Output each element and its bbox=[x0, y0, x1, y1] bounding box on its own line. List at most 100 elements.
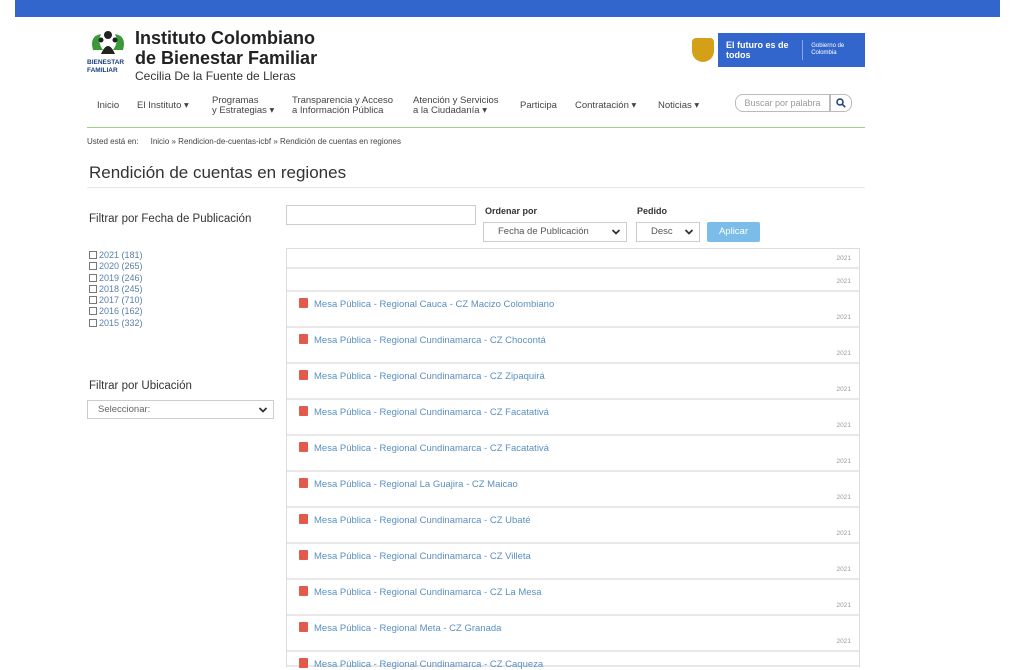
pdf-icon bbox=[299, 586, 308, 596]
direction-select[interactable]: Desc bbox=[636, 222, 700, 242]
year-filter-item[interactable]: 2017 (710) bbox=[89, 295, 143, 306]
result-title-link[interactable]: Mesa Pública - Regional Meta - CZ Granad… bbox=[299, 622, 501, 634]
result-row[interactable]: Mesa Pública - Regional Cundinamarca - C… bbox=[287, 436, 859, 472]
pdf-icon bbox=[299, 550, 308, 560]
pdf-icon bbox=[299, 298, 308, 308]
result-year: 2021 bbox=[836, 566, 851, 573]
result-year: 2021 bbox=[836, 255, 851, 262]
brand-name-line1: Instituto Colombiano bbox=[135, 28, 315, 48]
breadcrumb-label: Usted está en: bbox=[87, 137, 139, 146]
year-filter-item[interactable]: 2020 (265) bbox=[89, 261, 143, 272]
direction-label: Pedido bbox=[637, 206, 668, 216]
result-title-link[interactable]: Mesa Pública - Regional Cundinamarca - C… bbox=[299, 406, 549, 418]
result-row[interactable]: Mesa Pública - Regional Cundinamarca - C… bbox=[287, 544, 859, 580]
breadcrumb-path[interactable]: Inicio » Rendicion-de-cuentas-icbf » Ren… bbox=[151, 137, 401, 146]
result-row[interactable]: Mesa Pública - Regional Cundinamarca - C… bbox=[287, 652, 859, 670]
nav-item-noticias[interactable]: Noticias ▾ bbox=[658, 101, 699, 111]
nav-item-instituto[interactable]: El Instituto ▾ bbox=[137, 101, 189, 111]
result-title-link[interactable]: Mesa Pública - Regional Cundinamarca - C… bbox=[299, 514, 531, 526]
year-filter-list: 2021 (181) 2020 (265) 2019 (246) 2018 (2… bbox=[89, 250, 143, 329]
checkbox-icon bbox=[89, 307, 97, 316]
brand-subtitle: Cecilia De la Fuente de Lleras bbox=[135, 69, 296, 83]
pdf-icon bbox=[299, 370, 308, 380]
result-row[interactable]: Mesa Pública - Regional Cundinamarca - C… bbox=[287, 328, 859, 364]
result-title-link[interactable]: Mesa Pública - Regional Cundinamarca - C… bbox=[299, 658, 543, 670]
site-header: BIENESTAR FAMILIAR Instituto Colombiano … bbox=[87, 28, 865, 88]
result-year: 2021 bbox=[836, 386, 851, 393]
nav-item-atencion[interactable]: Atención y Servicios a la Ciudadanía ▾ bbox=[413, 96, 499, 116]
search-button[interactable] bbox=[830, 94, 852, 112]
result-year: 2021 bbox=[836, 422, 851, 429]
chevron-down-icon bbox=[611, 229, 621, 235]
search-input[interactable]: Buscar por palabra bbox=[735, 94, 830, 112]
result-title-link[interactable]: Mesa Pública - Regional Cundinamarca - C… bbox=[299, 370, 545, 382]
checkbox-icon bbox=[89, 251, 97, 259]
pdf-icon bbox=[299, 442, 308, 452]
nav-item-inicio[interactable]: Inicio bbox=[97, 101, 119, 111]
checkbox-icon bbox=[89, 273, 97, 282]
result-year: 2021 bbox=[836, 602, 851, 609]
icbf-logo[interactable]: BIENESTAR FAMILIAR bbox=[87, 28, 129, 78]
gov-name: Gobierno de Colombia bbox=[811, 43, 845, 56]
colombia-shield-icon bbox=[689, 33, 718, 67]
nav-divider bbox=[87, 127, 865, 128]
result-row[interactable]: Mesa Pública - Regional Cundinamarca - C… bbox=[287, 508, 859, 544]
result-title-link[interactable]: Mesa Pública - Regional Cundinamarca - C… bbox=[299, 586, 542, 598]
result-row[interactable]: 2021 bbox=[287, 269, 859, 292]
result-row[interactable]: Mesa Pública - Regional Cauca - CZ Maciz… bbox=[287, 292, 859, 328]
result-title-link[interactable]: Mesa Pública - Regional Cundinamarca - C… bbox=[299, 550, 531, 562]
pdf-icon bbox=[299, 658, 308, 668]
result-year: 2021 bbox=[836, 278, 851, 285]
brand-name-line2: de Bienestar Familiar bbox=[135, 48, 318, 68]
location-filter-title: Filtrar por Ubicación bbox=[89, 380, 192, 392]
result-year: 2021 bbox=[836, 458, 851, 465]
result-row[interactable]: Mesa Pública - Regional Cundinamarca - C… bbox=[287, 400, 859, 436]
date-filter-title: Filtrar por Fecha de Publicación bbox=[89, 213, 252, 225]
result-row[interactable]: Mesa Pública - Regional La Guajira - CZ … bbox=[287, 472, 859, 508]
page-title: Rendición de cuentas en regiones bbox=[89, 163, 347, 182]
year-filter-item[interactable]: 2018 (245) bbox=[89, 284, 143, 295]
chevron-down-icon bbox=[684, 229, 694, 235]
result-row[interactable]: 2021 bbox=[287, 249, 859, 269]
pdf-icon bbox=[299, 622, 308, 632]
year-filter-item[interactable]: 2021 (181) bbox=[89, 250, 143, 261]
pdf-icon bbox=[299, 478, 308, 488]
search-icon bbox=[836, 98, 846, 108]
result-title-link[interactable]: Mesa Pública - Regional Cundinamarca - C… bbox=[299, 442, 549, 454]
checkbox-icon bbox=[89, 284, 97, 293]
result-year: 2021 bbox=[836, 530, 851, 537]
year-filter-item[interactable]: 2019 (246) bbox=[89, 273, 143, 284]
logo-text-1: BIENESTAR bbox=[87, 59, 124, 66]
gov-slogan: El futuro es de todos bbox=[718, 40, 804, 60]
location-select[interactable]: Seleccionar: bbox=[87, 400, 274, 419]
nav-item-transparencia[interactable]: Transparencia y Acceso a Información Públ… bbox=[292, 96, 393, 116]
result-title-link[interactable]: Mesa Pública - Regional Cundinamarca - C… bbox=[299, 334, 546, 346]
result-title-link[interactable]: Mesa Pública - Regional Cauca - CZ Maciz… bbox=[299, 298, 554, 310]
gov-co-banner[interactable]: El futuro es de todos Gobierno de Colomb… bbox=[689, 33, 865, 67]
checkbox-icon bbox=[89, 262, 97, 271]
result-title-link[interactable]: Mesa Pública - Regional La Guajira - CZ … bbox=[299, 478, 518, 490]
results-list: 2021 2021 Mesa Pública - Regional Cauca - … bbox=[286, 248, 860, 670]
checkbox-icon bbox=[89, 318, 97, 327]
year-filter-item[interactable]: 2016 (162) bbox=[89, 306, 143, 317]
result-year: 2021 bbox=[836, 314, 851, 321]
pdf-icon bbox=[299, 334, 308, 344]
nav-item-contratacion[interactable]: Contratación ▾ bbox=[575, 101, 636, 111]
result-year: 2021 bbox=[836, 638, 851, 645]
result-row[interactable]: Mesa Pública - Regional Cundinamarca - C… bbox=[287, 580, 859, 616]
order-by-label: Ordenar por bbox=[485, 206, 538, 216]
keyword-input[interactable] bbox=[286, 205, 476, 225]
result-row[interactable]: Mesa Pública - Regional Meta - CZ Granad… bbox=[287, 616, 859, 652]
nav-item-programas[interactable]: Programas y Estrategias ▾ bbox=[212, 96, 274, 116]
apply-button[interactable]: Aplicar bbox=[707, 222, 760, 242]
order-by-select[interactable]: Fecha de Publicación bbox=[483, 222, 627, 242]
breadcrumb: Usted está en: Inicio » Rendicion-de-cuen… bbox=[87, 137, 401, 146]
year-filter-item[interactable]: 2015 (332) bbox=[89, 318, 143, 329]
pdf-icon bbox=[299, 514, 308, 524]
logo-text-2: FAMILIAR bbox=[87, 67, 118, 74]
result-year: 2021 bbox=[836, 350, 851, 357]
result-row[interactable]: Mesa Pública - Regional Cundinamarca - C… bbox=[287, 364, 859, 400]
result-year: 2021 bbox=[836, 494, 851, 501]
pdf-icon bbox=[299, 406, 308, 416]
nav-item-participa[interactable]: Participa bbox=[520, 101, 557, 111]
